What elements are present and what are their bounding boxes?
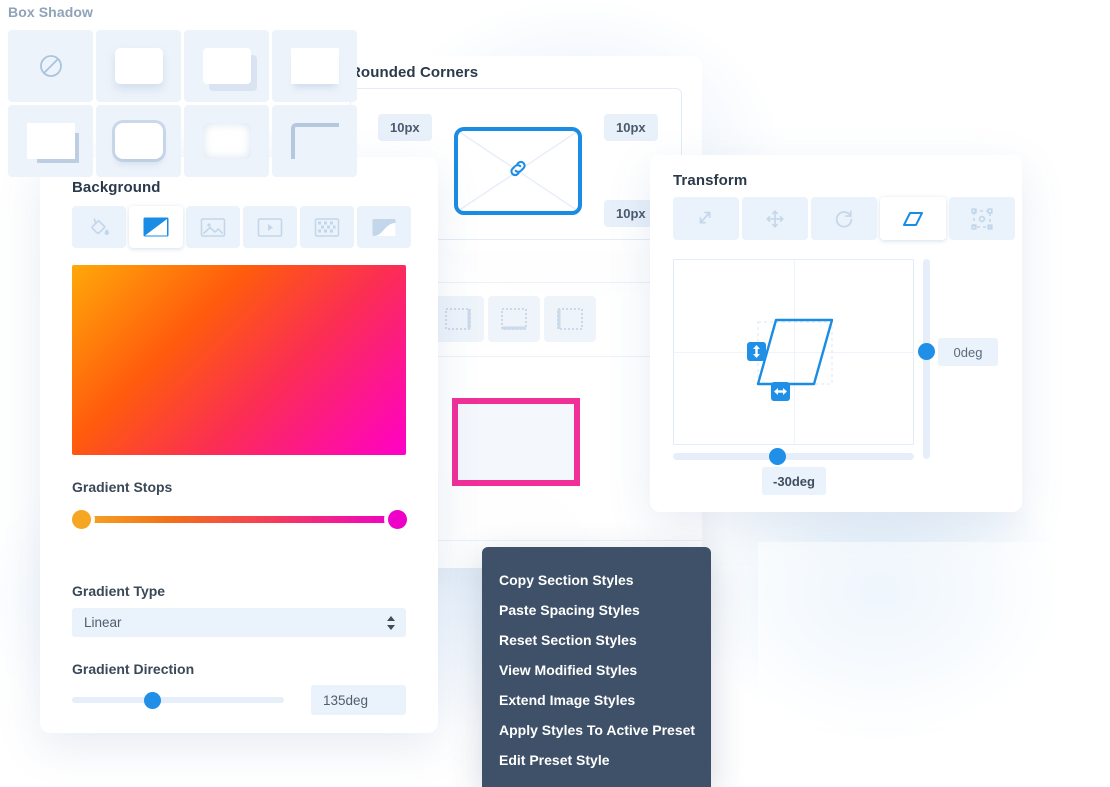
- box-shadow-presets: [8, 30, 357, 177]
- arrow-leftright-glyph: [774, 387, 787, 396]
- gradient-stops-label: Gradient Stops: [72, 479, 172, 495]
- corner-value-top-right[interactable]: 10px: [604, 114, 658, 141]
- skew-shape-preview: [674, 260, 915, 446]
- transform-vertical-value[interactable]: 0deg: [938, 338, 998, 366]
- background-title: Background: [72, 179, 161, 196]
- rotate-icon[interactable]: [811, 197, 877, 240]
- mask-icon[interactable]: [357, 206, 411, 248]
- gradient-stop-handle-end[interactable]: [388, 510, 407, 529]
- skew-icon[interactable]: [880, 197, 946, 240]
- box-shadow-option[interactable]: [184, 30, 269, 102]
- menu-item-view-modified-styles[interactable]: View Modified Styles: [482, 655, 711, 685]
- link-icon[interactable]: [507, 158, 529, 185]
- panel-fade-overlay: [758, 542, 1110, 727]
- video-icon[interactable]: [243, 206, 297, 248]
- border-preview-box: [452, 398, 580, 486]
- corner-value-top-left[interactable]: 10px: [378, 114, 432, 141]
- menu-item-edit-preset-style[interactable]: Edit Preset Style: [482, 745, 711, 775]
- transform-horizontal-handle[interactable]: [769, 448, 786, 465]
- border-left-icon[interactable]: [544, 296, 596, 342]
- image-icon[interactable]: [186, 206, 240, 248]
- gradient-direction-slider[interactable]: [72, 697, 284, 703]
- menu-item-extend-image-styles[interactable]: Extend Image Styles: [482, 685, 711, 715]
- transform-title: Transform: [673, 172, 747, 189]
- gradient-icon[interactable]: [129, 206, 183, 248]
- transform-type-tabs: [673, 197, 1015, 240]
- border-bottom-icon[interactable]: [488, 296, 540, 342]
- gradient-stops-track[interactable]: [82, 516, 397, 523]
- gradient-stop-handle-start[interactable]: [72, 510, 91, 529]
- menu-item-paste-spacing-styles[interactable]: Paste Spacing Styles: [482, 595, 711, 625]
- gradient-direction-label: Gradient Direction: [72, 661, 194, 677]
- origin-icon[interactable]: [949, 197, 1015, 240]
- box-shadow-panel: Box Shadow: [0, 0, 352, 185]
- box-shadow-option[interactable]: [96, 105, 181, 177]
- box-shadow-option[interactable]: [272, 105, 357, 177]
- transform-horizontal-slider[interactable]: [673, 453, 914, 460]
- box-shadow-none-option[interactable]: [8, 30, 93, 102]
- context-menu: Copy Section Styles Paste Spacing Styles…: [482, 547, 711, 787]
- arrow-updown-glyph: [752, 345, 761, 358]
- border-right-icon[interactable]: [432, 296, 484, 342]
- gradient-direction-handle[interactable]: [144, 692, 161, 709]
- scale-icon[interactable]: [673, 197, 739, 240]
- box-shadow-option[interactable]: [184, 105, 269, 177]
- color-fill-icon[interactable]: [72, 206, 126, 248]
- box-shadow-option[interactable]: [272, 30, 357, 102]
- resize-horizontal-icon[interactable]: [771, 382, 790, 401]
- resize-vertical-icon[interactable]: [747, 342, 766, 361]
- mask-glyph: [371, 217, 397, 238]
- gradient-direction-value[interactable]: 135deg: [311, 685, 406, 715]
- box-shadow-option[interactable]: [8, 105, 93, 177]
- gradient-preview-swatch[interactable]: [72, 265, 406, 455]
- gradient-type-select[interactable]: [72, 608, 406, 637]
- app-canvas: Rounded Corners 10px 10px 10px Backgroun…: [0, 0, 1110, 787]
- menu-item-copy-section-styles[interactable]: Copy Section Styles: [482, 565, 711, 595]
- background-type-tabs: [72, 206, 411, 248]
- gradient-type-label: Gradient Type: [72, 583, 165, 599]
- transform-horizontal-value[interactable]: -30deg: [762, 467, 826, 495]
- rounded-corners-title: Rounded Corners: [350, 64, 478, 81]
- pattern-icon[interactable]: [300, 206, 354, 248]
- transform-preview-grid[interactable]: [673, 259, 914, 445]
- menu-item-apply-styles-to-active-preset[interactable]: Apply Styles To Active Preset: [482, 715, 711, 745]
- translate-icon[interactable]: [742, 197, 808, 240]
- none-icon: [38, 53, 64, 79]
- gradient-glyph: [142, 216, 170, 238]
- menu-item-reset-section-styles[interactable]: Reset Section Styles: [482, 625, 711, 655]
- rounded-corners-preview: [454, 127, 582, 215]
- transform-vertical-handle[interactable]: [918, 343, 935, 360]
- box-shadow-option[interactable]: [96, 30, 181, 102]
- box-shadow-title: Box Shadow: [8, 4, 93, 20]
